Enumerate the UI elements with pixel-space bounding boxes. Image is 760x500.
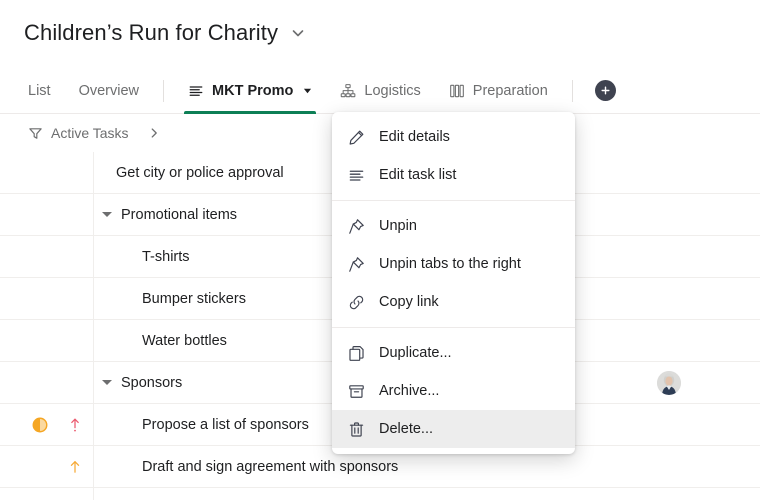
tab-divider — [163, 79, 165, 102]
task-list-icon — [348, 167, 365, 184]
menu-item-label: Unpin tabs to the right — [379, 256, 521, 272]
add-tab-button[interactable] — [594, 80, 616, 101]
link-icon — [348, 294, 365, 311]
menu-divider — [332, 200, 575, 201]
chevron-right-icon[interactable] — [147, 126, 161, 140]
tab-label: Overview — [78, 82, 140, 99]
filter-active-tasks[interactable]: Active Tasks — [28, 125, 129, 141]
filter-label: Active Tasks — [51, 125, 129, 141]
menu-item-unpin-tabs-to-the-right[interactable]: Unpin tabs to the right — [332, 245, 575, 283]
duplicate-icon — [348, 345, 365, 362]
tab-bar: List Overview MKT Promo Logistics Preparatio… — [0, 68, 760, 114]
project-header: Children’s Run for Charity — [0, 0, 760, 68]
task-name: Get city or police approval — [116, 164, 284, 181]
task-name: Sponsors — [121, 374, 183, 391]
menu-item-delete[interactable]: Delete... — [332, 410, 575, 448]
tab-logistics[interactable]: Logistics — [326, 68, 434, 113]
pin-icon — [348, 256, 365, 273]
task-name: Propose a list of sponsors — [142, 416, 309, 433]
tab-overview[interactable]: Overview — [65, 68, 153, 113]
arrow-up-high-icon[interactable] — [68, 417, 82, 433]
project-title-row[interactable]: Children’s Run for Charity — [24, 20, 306, 46]
menu-item-duplicate[interactable]: Duplicate... — [332, 334, 575, 372]
menu-item-label: Unpin — [379, 218, 417, 234]
menu-item-edit-details[interactable]: Edit details — [332, 118, 575, 156]
row-status-cell[interactable] — [26, 417, 54, 433]
chevron-down-icon[interactable] — [303, 86, 312, 95]
menu-item-edit-task-list[interactable]: Edit task list — [332, 156, 575, 194]
tab-label: List — [28, 82, 51, 99]
tab-preparation[interactable]: Preparation — [435, 68, 562, 113]
row-name-cell[interactable]: Draft and sign agreement with sponsors — [88, 459, 760, 475]
menu-item-label: Archive... — [379, 383, 440, 399]
tab-mkt-promo[interactable]: MKT Promo — [174, 68, 326, 114]
trash-icon — [348, 421, 365, 438]
tab-label: MKT Promo — [212, 82, 294, 99]
menu-item-label: Delete... — [379, 421, 433, 437]
task-name: Water bottles — [142, 332, 227, 349]
tab-label: Logistics — [364, 82, 421, 99]
menu-item-copy-link[interactable]: Copy link — [332, 283, 575, 321]
archive-icon — [348, 383, 365, 400]
menu-item-label: Copy link — [379, 294, 439, 310]
menu-item-archive[interactable]: Archive... — [332, 372, 575, 410]
arrow-up-medium-icon[interactable] — [68, 459, 82, 475]
tab-divider — [571, 79, 573, 102]
task-name: Promotional items — [121, 206, 238, 223]
tab-list[interactable]: List — [14, 68, 65, 113]
row-priority-cell[interactable] — [62, 459, 88, 475]
row-priority-cell[interactable] — [62, 417, 88, 433]
avatar[interactable] — [657, 371, 681, 395]
pencil-icon — [348, 129, 365, 146]
app-window: Children’s Run for Charity List Overview M… — [0, 0, 760, 500]
pin-icon — [348, 218, 365, 235]
half-circle-icon[interactable] — [32, 417, 48, 433]
task-list-icon — [188, 83, 204, 99]
menu-item-unpin[interactable]: Unpin — [332, 207, 575, 245]
page-title: Children’s Run for Charity — [24, 20, 279, 45]
collapse-triangle-icon[interactable] — [102, 380, 112, 385]
menu-divider — [332, 327, 575, 328]
chevron-down-icon[interactable] — [290, 25, 306, 41]
task-name: Bumper stickers — [142, 290, 246, 307]
menu-item-label: Duplicate... — [379, 345, 452, 361]
org-chart-icon — [340, 83, 356, 99]
filter-icon — [28, 126, 43, 141]
menu-item-label: Edit task list — [379, 167, 457, 183]
tab-context-menu: Edit details Edit task list Unpin Unpin tab… — [332, 112, 575, 454]
board-icon — [449, 83, 465, 99]
menu-item-label: Edit details — [379, 129, 450, 145]
task-name: T-shirts — [142, 248, 190, 265]
tab-label: Preparation — [472, 82, 548, 99]
collapse-triangle-icon[interactable] — [102, 212, 112, 217]
task-name: Draft and sign agreement with sponsors — [142, 458, 399, 475]
